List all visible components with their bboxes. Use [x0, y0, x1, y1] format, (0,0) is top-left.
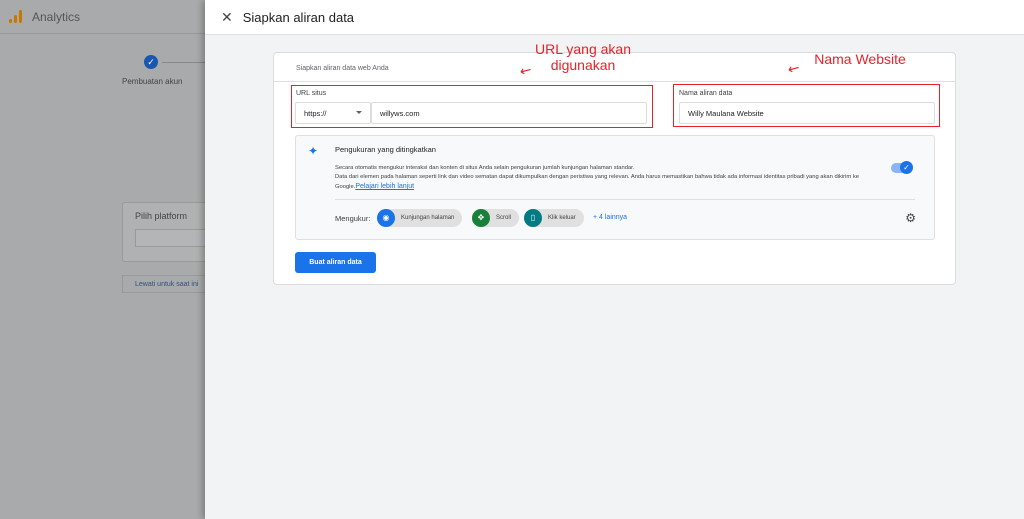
- step-label: Pembuatan akun: [122, 77, 183, 86]
- learn-more-link[interactable]: Pelajari lebih lanjut: [355, 183, 414, 190]
- url-label: URL situs: [296, 90, 327, 97]
- skip-button: Lewati untuk saat ini: [122, 275, 212, 293]
- chip-page-views: ◉ Kunjungan halaman: [377, 209, 463, 227]
- url-input[interactable]: willyws.com: [371, 102, 647, 124]
- close-icon[interactable]: ✕: [221, 9, 233, 26]
- platform-option: [135, 229, 215, 247]
- enhanced-toggle[interactable]: ✓: [891, 161, 913, 174]
- chip-label: Kunjungan halaman: [401, 215, 455, 221]
- chip-label: Scroll: [496, 215, 512, 221]
- chip-scroll: ✥ Scroll: [472, 209, 520, 227]
- check-icon: ✓: [900, 161, 913, 174]
- enhanced-measurement-section: ✦ Pengukuran yang ditingkatkan Secara ot…: [295, 135, 935, 240]
- eye-icon: ◉: [377, 209, 395, 227]
- chip-label: Klik keluar: [548, 215, 576, 221]
- chip-outbound-clicks: ▯ Klik keluar: [524, 209, 584, 227]
- create-stream-button[interactable]: Buat aliran data: [295, 252, 376, 273]
- enhanced-title: Pengukuran yang ditingkatkan: [335, 145, 436, 154]
- card-subtitle: Siapkan aliran data web Anda: [296, 65, 389, 72]
- gear-icon[interactable]: ⚙: [905, 211, 916, 225]
- app-title: Analytics: [32, 9, 81, 24]
- app-header: Analytics: [0, 0, 205, 34]
- protocol-value: https://: [304, 108, 327, 118]
- divider: [335, 199, 915, 200]
- desc-line-1: Secara otomatis mengukur interaksi dan k…: [335, 165, 635, 171]
- name-annotation: Nama Website: [814, 51, 906, 67]
- url-value: willyws.com: [380, 108, 420, 118]
- platform-card: Pilih platform: [122, 202, 215, 262]
- enhanced-description: Secara otomatis mengukur interaksi dan k…: [335, 164, 890, 192]
- stream-name-input[interactable]: Willy Maulana Website: [679, 102, 935, 124]
- measure-label: Mengukur:: [335, 214, 371, 223]
- divider: [274, 81, 955, 82]
- step-connector: [162, 62, 205, 63]
- sparkle-icon: ✦: [308, 144, 319, 158]
- stream-name-label: Nama aliran data: [679, 90, 733, 97]
- analytics-logo-icon: [9, 10, 22, 23]
- panel-header: ✕ Siapkan aliran data: [205, 0, 1024, 35]
- panel-title: Siapkan aliran data: [242, 9, 355, 25]
- platform-label: Pilih platform: [135, 211, 188, 221]
- stream-name-value: Willy Maulana Website: [688, 108, 764, 118]
- step-check-icon: ✓: [144, 55, 158, 69]
- background-page: Analytics ✓ Pembuatan akun Pilih platfor…: [0, 0, 215, 519]
- setup-stream-panel: ✕ Siapkan aliran data Siapkan aliran dat…: [205, 0, 1024, 519]
- chevron-down-icon: [356, 111, 362, 114]
- more-events-link[interactable]: + 4 lainnya: [593, 214, 627, 221]
- url-annotation: URL yang akan digunakan: [535, 41, 631, 73]
- protocol-select[interactable]: https://: [295, 102, 371, 124]
- scroll-icon: ✥: [472, 209, 490, 227]
- mouse-icon: ▯: [524, 209, 542, 227]
- stream-card: Siapkan aliran data web Anda URL situs h…: [273, 52, 956, 285]
